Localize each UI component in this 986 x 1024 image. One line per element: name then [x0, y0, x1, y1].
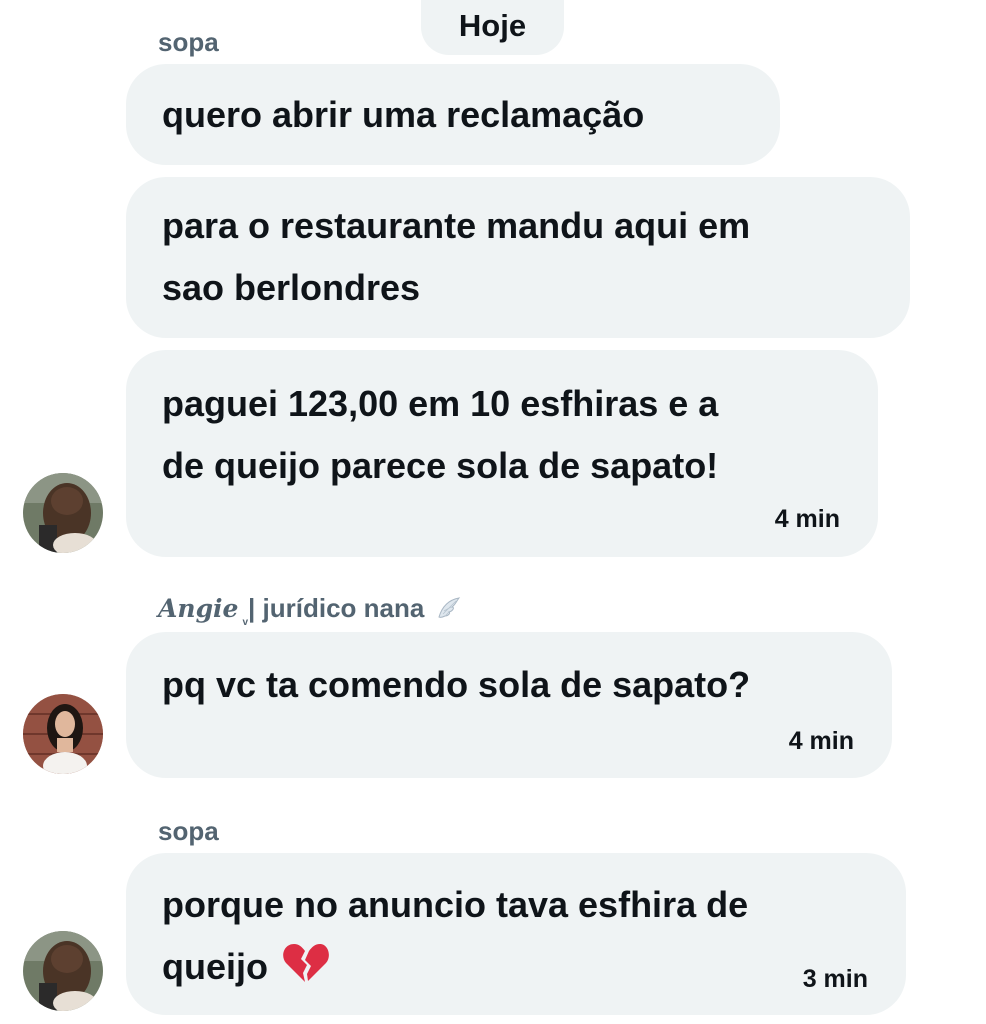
sender-name: sopa	[158, 816, 219, 846]
message-text: quero abrir uma reclamação	[162, 94, 645, 135]
message-bubble[interactable]: quero abrir uma reclamação	[126, 64, 780, 165]
message-text-line: paguei 123,00 em 10 esfhiras e a	[162, 383, 719, 424]
message-text-line: queijo	[162, 936, 870, 998]
message-text: pq vc ta comendo sola de sapato?	[162, 664, 751, 705]
message-text-line: porque no anuncio tava esfhira de	[162, 884, 749, 925]
message-timestamp: 4 min	[788, 727, 854, 755]
message-bubble[interactable]: porque no anuncio tava esfhira de queijo…	[126, 853, 906, 1015]
angel-wing-icon	[437, 597, 460, 618]
sender-name-italic: Angie	[158, 594, 239, 623]
message-timestamp: 4 min	[774, 505, 840, 533]
sender-name: sopa	[158, 27, 219, 57]
message-text-line: para o restaurante mandu aqui em	[162, 205, 751, 246]
message-text-fragment: queijo	[162, 946, 268, 987]
avatar-photo	[23, 694, 103, 774]
date-separator: Hoje	[421, 0, 564, 55]
broken-heart-icon	[283, 944, 329, 982]
avatar[interactable]	[23, 473, 103, 553]
message-bubble[interactable]: pq vc ta comendo sola de sapato? 4 min	[126, 632, 892, 778]
message-bubble[interactable]: para o restaurante mandu aqui em sao ber…	[126, 177, 910, 338]
message-text-line: sao berlondres	[162, 267, 421, 308]
message-text-line: de queijo parece sola de sapato!	[162, 445, 719, 486]
avatar[interactable]	[23, 931, 103, 1011]
avatar-photo	[23, 473, 103, 553]
avatar-photo	[23, 931, 103, 1011]
avatar[interactable]	[23, 694, 103, 774]
message-timestamp: 3 min	[802, 965, 868, 993]
sender-name-rest: | jurídico nana	[248, 593, 425, 623]
message-bubble[interactable]: paguei 123,00 em 10 esfhiras e a de quei…	[126, 350, 878, 557]
